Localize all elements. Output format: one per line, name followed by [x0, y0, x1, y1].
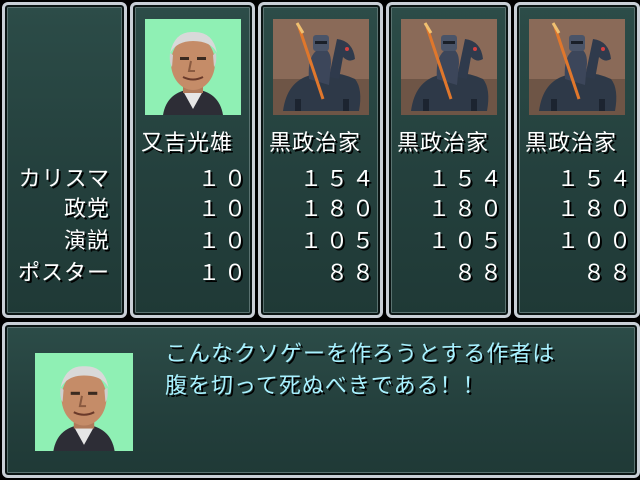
dialogue-line-2: 腹を切って死ぬべきである！！ — [165, 374, 486, 399]
stat-value-charisma: １５４ — [299, 167, 378, 192]
candidate-panel-1[interactable]: 又吉光雄 １０ １０ １０ １０ — [130, 2, 255, 318]
stat-value-party: １８０ — [556, 197, 635, 222]
stat-label-charisma: カリスマ — [18, 167, 110, 192]
speaker-portrait-icon — [35, 353, 133, 451]
candidate-name: 又吉光雄 — [141, 131, 234, 156]
stat-label-panel: カリスマ 政党 演説 ポスター — [2, 2, 127, 318]
stat-value-charisma: １０ — [197, 167, 250, 192]
stat-value-party: １８０ — [427, 197, 506, 222]
candidate-panel-2[interactable]: 黒政治家 １５４ １８０ １０５ ８８ — [258, 2, 383, 318]
black-knight-portrait-icon — [273, 19, 369, 115]
stat-value-poster: １０ — [197, 261, 250, 286]
stat-value-speech: １０ — [197, 229, 250, 254]
black-knight-portrait-icon — [401, 19, 497, 115]
politician-portrait-icon — [145, 19, 241, 115]
stat-value-party: １８０ — [299, 197, 378, 222]
black-knight-portrait-icon — [529, 19, 625, 115]
stat-value-poster: ８８ — [325, 261, 378, 286]
stat-value-speech: １０５ — [299, 229, 378, 254]
candidate-panel-3[interactable]: 黒政治家 １５４ １８０ １０５ ８８ — [386, 2, 511, 318]
stat-value-speech: １０５ — [427, 229, 506, 254]
candidate-name: 黒政治家 — [397, 131, 490, 156]
dialogue-line-1: こんなクソゲーを作ろうとする作者は — [165, 342, 556, 367]
stat-value-speech: １００ — [556, 229, 635, 254]
candidate-panel-4[interactable]: 黒政治家 １５４ １８０ １００ ８８ — [514, 2, 640, 318]
candidate-name: 黒政治家 — [525, 131, 618, 156]
dialogue-box[interactable]: こんなクソゲーを作ろうとする作者は 腹を切って死ぬべきである！！ — [2, 322, 640, 478]
stat-value-poster: ８８ — [582, 261, 635, 286]
stat-value-poster: ８８ — [453, 261, 506, 286]
stat-label-poster: ポスター — [17, 261, 110, 286]
stat-label-party: 政党 — [63, 197, 110, 222]
stat-value-charisma: １５４ — [556, 167, 635, 192]
candidate-name: 黒政治家 — [269, 131, 362, 156]
stat-value-party: １０ — [197, 197, 250, 222]
stat-value-charisma: １５４ — [427, 167, 506, 192]
stat-label-speech: 演説 — [63, 229, 110, 254]
